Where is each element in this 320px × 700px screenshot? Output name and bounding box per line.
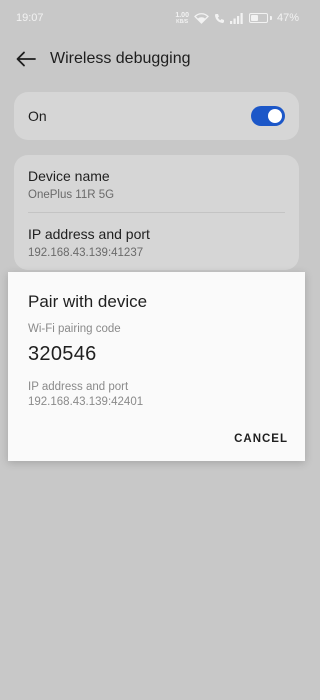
battery-fill xyxy=(250,15,259,21)
device-name-label: Device name xyxy=(28,168,110,184)
device-info-card: Device name OnePlus 11R 5G IP address an… xyxy=(14,155,299,270)
page-title: Wireless debugging xyxy=(50,50,191,67)
status-time: 19:07 xyxy=(16,12,44,24)
signal-icon xyxy=(229,12,243,24)
pair-with-device-dialog: Pair with device Wi-Fi pairing code 3205… xyxy=(8,272,305,461)
battery-tip xyxy=(269,16,272,20)
ip-address-row[interactable]: IP address and port 192.168.43.139:41237 xyxy=(28,212,285,269)
toggle-label: On xyxy=(28,108,47,124)
pairing-code: 320546 xyxy=(28,343,97,365)
device-name-row[interactable]: Device name OnePlus 11R 5G xyxy=(28,155,285,212)
dialog-title: Pair with device xyxy=(28,292,148,311)
switch-knob xyxy=(268,109,282,123)
back-arrow-icon xyxy=(16,51,36,67)
call-icon xyxy=(214,13,224,23)
status-icons: 1.00 KB/S 47% xyxy=(175,12,299,25)
ip-address-label: IP address and port xyxy=(28,226,150,242)
cancel-button[interactable]: CANCEL xyxy=(234,433,288,445)
battery-body xyxy=(248,13,268,23)
wifi-icon xyxy=(194,13,209,24)
battery-icon xyxy=(248,13,272,23)
battery-percent: 47% xyxy=(276,12,299,24)
dialog-ip-label: IP address and port xyxy=(28,381,129,393)
app-header: Wireless debugging xyxy=(0,40,313,78)
ip-address-value: 192.168.43.139:41237 xyxy=(28,247,144,259)
network-speed: 1.00 KB/S xyxy=(175,12,189,25)
device-name-value: OnePlus 11R 5G xyxy=(28,189,115,201)
back-button[interactable] xyxy=(14,47,38,71)
wireless-debugging-toggle-row[interactable]: On xyxy=(14,92,299,140)
network-speed-value: 1.00 xyxy=(175,11,189,19)
pairing-code-label: Wi-Fi pairing code xyxy=(28,323,121,335)
network-speed-unit: KB/S xyxy=(176,18,189,25)
wireless-debugging-switch[interactable] xyxy=(251,106,285,126)
dialog-ip-value: 192.168.43.139:42401 xyxy=(28,396,144,408)
status-bar: 19:07 1.00 KB/S 47% xyxy=(0,0,313,36)
